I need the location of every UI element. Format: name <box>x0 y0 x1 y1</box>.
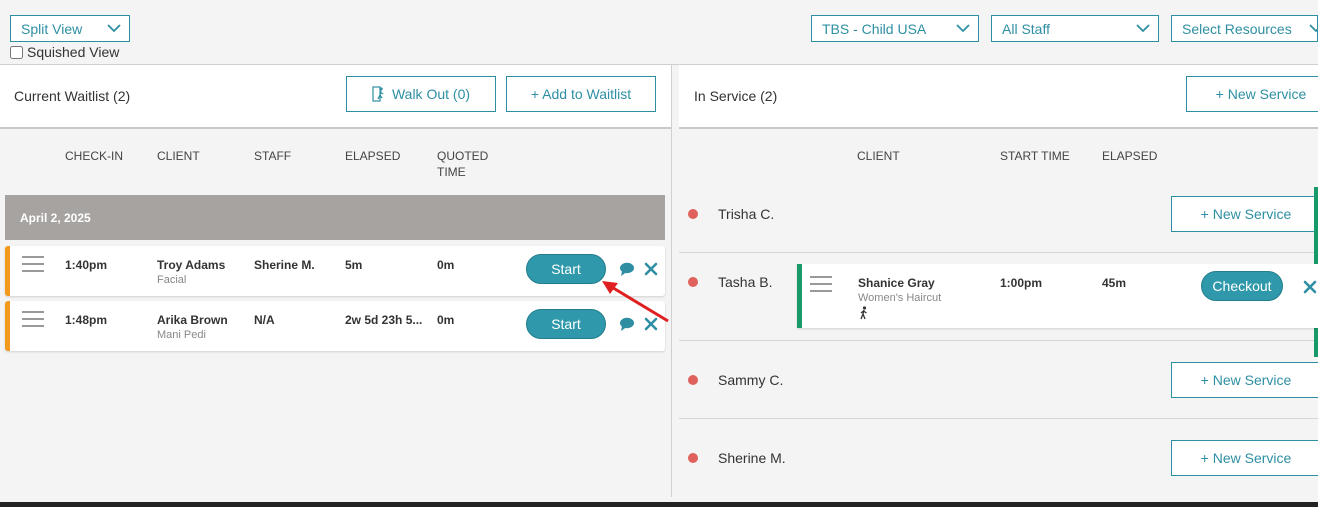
add-to-waitlist-button[interactable]: + Add to Waitlist <box>506 76 656 112</box>
waitlist-row[interactable]: 1:40pm Troy Adams Facial Sherine M. 5m 0… <box>5 246 665 296</box>
location-select-value: TBS - Child USA <box>822 21 927 37</box>
taskbar-edge <box>0 502 1318 507</box>
add-to-waitlist-label: + Add to Waitlist <box>530 86 632 102</box>
col-quoted-time: QUOTED TIME <box>437 148 488 180</box>
client-name[interactable]: Troy Adams <box>157 258 225 272</box>
col-checkin: CHECK-IN <box>65 149 124 163</box>
in-service-header: In Service (2) + New Service <box>679 65 1318 127</box>
col-client: CLIENT <box>157 149 200 163</box>
start-button[interactable]: Start <box>526 254 606 284</box>
new-service-button[interactable]: + New Service <box>1171 362 1318 398</box>
new-service-button[interactable]: + New Service <box>1171 196 1318 232</box>
close-icon[interactable] <box>1302 279 1318 295</box>
new-service-button[interactable]: + New Service <box>1186 76 1318 112</box>
annotation-arrow <box>602 281 669 323</box>
drag-handle-icon[interactable] <box>810 276 832 294</box>
resources-select[interactable]: Select Resources <box>1171 15 1318 42</box>
in-service-header-divider <box>679 127 1318 129</box>
col-start-time: START TIME <box>1000 149 1070 163</box>
start-button[interactable]: Start <box>526 309 606 339</box>
staff-row: Sherine M. + New Service <box>679 419 1318 497</box>
staff-name: Tasha B. <box>718 274 773 290</box>
service-elapsed: 45m <box>1102 276 1127 290</box>
col-quoted-line1: QUOTED <box>437 149 489 163</box>
resources-select-value: Select Resources <box>1182 21 1292 37</box>
chevron-down-icon <box>1136 24 1150 33</box>
location-select[interactable]: TBS - Child USA <box>811 15 979 42</box>
status-dot <box>688 209 698 219</box>
waitlist-row[interactable]: 1:48pm Arika Brown Mani Pedi N/A 2w 5d 2… <box>5 301 665 351</box>
walk-out-button[interactable]: Walk Out (0) <box>346 76 496 112</box>
status-dot <box>688 375 698 385</box>
col-staff: STAFF <box>254 149 292 163</box>
close-icon[interactable] <box>643 261 659 277</box>
chat-icon[interactable] <box>619 261 635 277</box>
staff-name: Sherine M. <box>718 450 786 466</box>
squished-view-checkbox[interactable] <box>10 45 23 59</box>
service-name: Facial <box>157 274 187 286</box>
staff-name: Sherine M. <box>254 258 315 272</box>
elapsed-time: 2w 5d 23h 5... <box>345 313 423 327</box>
status-dot <box>688 277 698 287</box>
status-dot <box>688 453 698 463</box>
service-type: Women's Haircut <box>858 292 942 304</box>
chevron-down-icon <box>107 24 121 33</box>
walk-in-icon <box>860 306 867 320</box>
new-service-button[interactable]: + New Service <box>1171 440 1318 476</box>
waitlist-title: Current Waitlist (2) <box>14 88 131 104</box>
staff-select[interactable]: All Staff <box>991 15 1159 42</box>
checkout-button[interactable]: Checkout <box>1201 271 1283 301</box>
view-select-value: Split View <box>21 21 83 37</box>
staff-name: Trisha C. <box>718 206 775 222</box>
waitlist-header-divider <box>0 127 671 129</box>
chevron-down-icon <box>1309 24 1318 33</box>
view-select[interactable]: Split View <box>10 15 130 42</box>
col-quoted-line2: TIME <box>437 165 466 179</box>
quoted-time: 0m <box>437 313 455 327</box>
staff-row: Trisha C. + New Service <box>679 177 1318 253</box>
drag-handle-icon[interactable] <box>22 311 44 329</box>
checkin-time: 1:48pm <box>65 313 108 327</box>
squished-view-label: Squished View <box>27 44 120 60</box>
service-client-name[interactable]: Shanice Gray <box>858 276 935 290</box>
col-service-client: CLIENT <box>857 149 900 163</box>
active-service-card[interactable]: Shanice Gray Women's Haircut 1:00pm 45m … <box>797 264 1318 328</box>
staff-name: Sammy C. <box>718 372 784 388</box>
elapsed-time: 5m <box>345 258 363 272</box>
service-name: Mani Pedi <box>157 329 206 341</box>
staff-select-value: All Staff <box>1002 21 1050 37</box>
new-service-label: + New Service <box>1215 86 1307 102</box>
date-group-header: April 2, 2025 <box>5 195 665 240</box>
walk-out-label: Walk Out (0) <box>391 86 471 102</box>
checkin-time: 1:40pm <box>65 258 108 272</box>
waitlist-header: Current Waitlist (2) Walk Out (0) + Add … <box>0 65 671 127</box>
squished-view-toggle[interactable]: Squished View <box>10 44 119 60</box>
walking-person-icon <box>372 86 384 102</box>
staff-name: N/A <box>254 313 275 327</box>
col-service-elapsed: ELAPSED <box>1102 149 1158 163</box>
drag-handle-icon[interactable] <box>22 256 44 274</box>
in-service-title: In Service (2) <box>694 88 778 104</box>
staff-row: Sammy C. + New Service <box>679 341 1318 419</box>
service-start-time: 1:00pm <box>1000 276 1043 290</box>
client-name[interactable]: Arika Brown <box>157 313 228 327</box>
col-elapsed: ELAPSED <box>345 149 401 163</box>
chevron-down-icon <box>956 24 970 33</box>
quoted-time: 0m <box>437 258 455 272</box>
